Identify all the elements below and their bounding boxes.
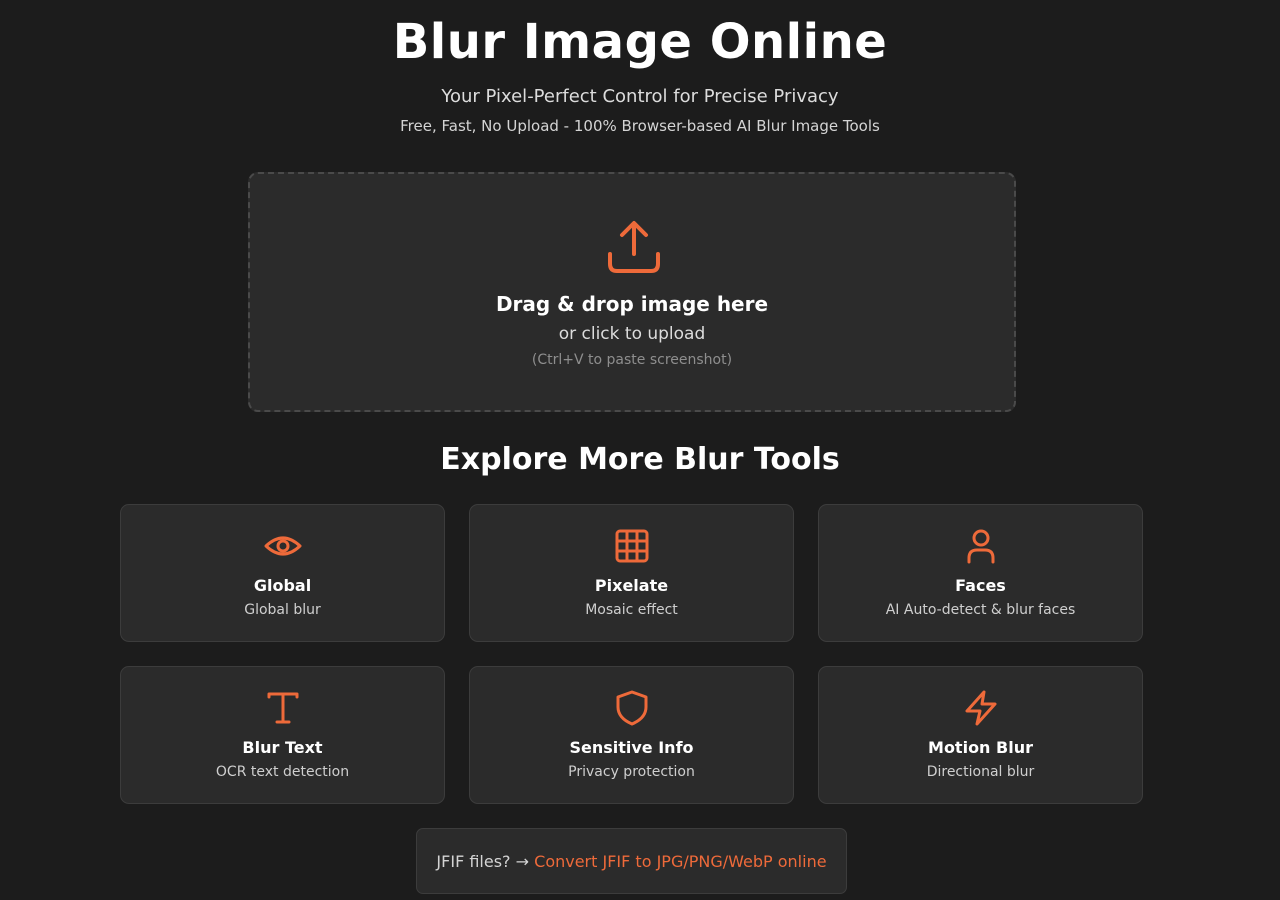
upload-icon — [603, 216, 665, 278]
tool-desc: OCR text detection — [215, 764, 350, 780]
tool-name: Global — [253, 576, 312, 595]
tool-name: Faces — [955, 576, 1006, 595]
jfif-convert-link[interactable]: Convert JFIF to JPG/PNG/WebP online — [534, 852, 826, 871]
tool-name: Motion Blur — [928, 738, 1033, 757]
tools-section-title: Explore More Blur Tools — [440, 442, 840, 477]
dropzone-hint: (Ctrl+V to paste screenshot) — [531, 352, 733, 368]
tool-card-pixelate[interactable]: Pixelate Mosaic effect — [469, 504, 794, 642]
tool-desc: Mosaic effect — [585, 602, 678, 618]
page-subtitle: Your Pixel-Perfect Control for Precise P… — [441, 86, 839, 107]
page: Blur Image Online Your Pixel-Perfect Con… — [0, 0, 1280, 900]
tool-desc: Global blur — [244, 602, 321, 618]
tool-card-motion-blur[interactable]: Motion Blur Directional blur — [818, 666, 1143, 804]
jfif-banner: JFIF files? → Convert JFIF to JPG/PNG/We… — [416, 828, 847, 894]
dropzone-title: Drag & drop image here — [495, 292, 769, 316]
tool-card-global[interactable]: Global Global blur — [120, 504, 445, 642]
grid-icon — [613, 527, 651, 565]
tool-card-sensitive-info[interactable]: Sensitive Info Privacy protection — [469, 666, 794, 804]
text-icon — [264, 689, 302, 727]
tool-desc: Directional blur — [926, 764, 1035, 780]
eye-icon — [264, 527, 302, 565]
tool-name: Pixelate — [594, 576, 669, 595]
shield-icon — [613, 689, 651, 727]
jfif-prefix: JFIF files? → — [436, 851, 530, 871]
tool-desc: Privacy protection — [568, 764, 695, 780]
page-title: Blur Image Online — [392, 14, 888, 70]
tool-name: Blur Text — [242, 738, 323, 757]
tools-grid: Global Global blur Pixelate Mosaic effec… — [120, 504, 1144, 804]
upload-dropzone[interactable]: Drag & drop image here or click to uploa… — [248, 172, 1016, 412]
tool-name: Sensitive Info — [569, 738, 694, 757]
tool-card-blur-text[interactable]: Blur Text OCR text detection — [120, 666, 445, 804]
user-icon — [962, 527, 1000, 565]
tool-desc: AI Auto-detect & blur faces — [885, 602, 1076, 618]
tool-card-faces[interactable]: Faces AI Auto-detect & blur faces — [818, 504, 1143, 642]
page-tagline: Free, Fast, No Upload - 100% Browser-bas… — [400, 117, 880, 135]
dropzone-subtitle: or click to upload — [558, 324, 706, 344]
lightning-icon — [962, 689, 1000, 727]
